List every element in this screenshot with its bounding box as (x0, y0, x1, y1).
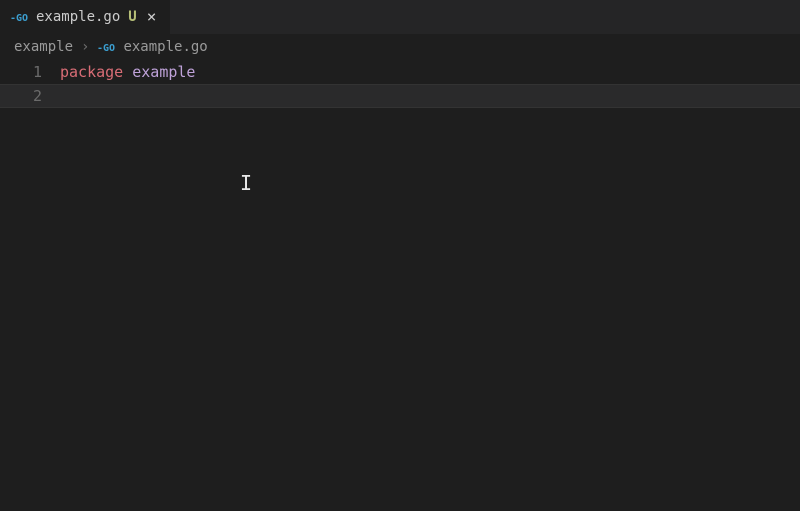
svg-text:-GO: -GO (10, 13, 28, 23)
editor-line[interactable]: 2 (0, 84, 800, 108)
line-number: 1 (0, 60, 60, 84)
breadcrumb: example › -GO example.go (0, 34, 800, 60)
editor-line[interactable]: 1package example (0, 60, 800, 84)
tab-bar: -GO example.go U × (0, 0, 800, 34)
tab-modified-indicator: U (128, 9, 136, 25)
breadcrumb-file-label: example.go (123, 39, 207, 55)
code-content[interactable]: package example (60, 60, 800, 84)
svg-text:-GO: -GO (97, 43, 115, 53)
go-file-icon: -GO (10, 11, 30, 23)
breadcrumb-file[interactable]: -GO example.go (97, 39, 207, 55)
code-content[interactable] (60, 84, 800, 108)
line-number: 2 (0, 84, 60, 108)
tab-filename: example.go (36, 9, 120, 25)
close-icon[interactable]: × (143, 7, 161, 27)
tab-example-go[interactable]: -GO example.go U × (0, 0, 170, 34)
breadcrumb-separator: › (81, 39, 89, 55)
breadcrumb-folder[interactable]: example (14, 39, 73, 55)
editor[interactable]: 1package example2 (0, 60, 800, 511)
go-file-icon: -GO (97, 41, 117, 53)
breadcrumb-folder-label: example (14, 39, 73, 55)
